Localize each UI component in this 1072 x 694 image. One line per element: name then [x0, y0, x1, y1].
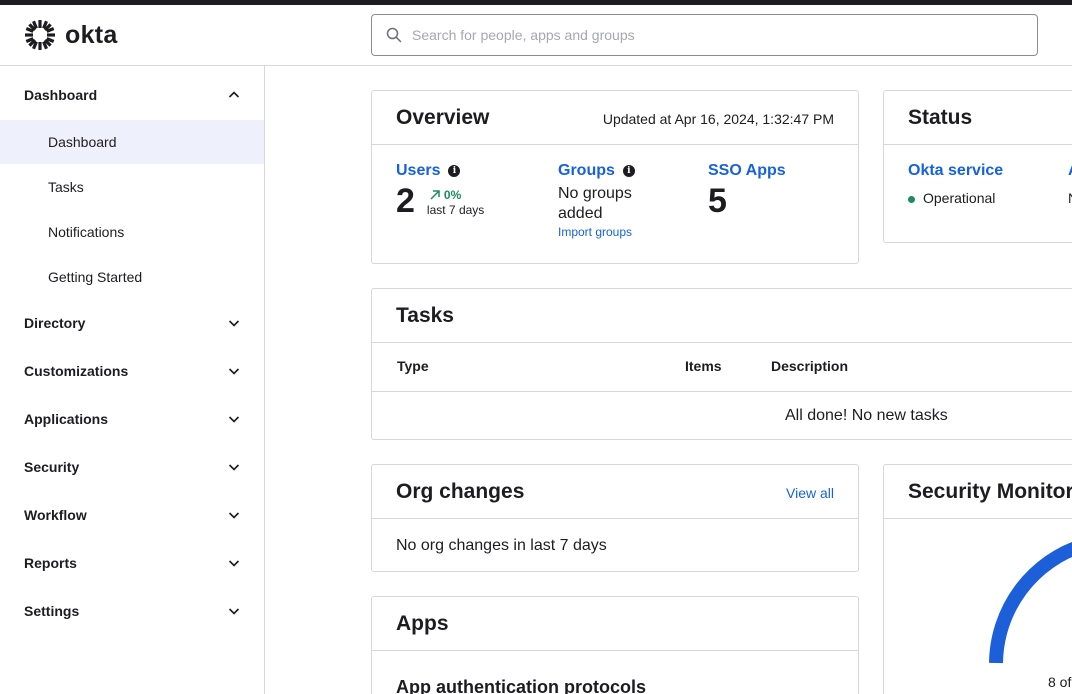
- tasks-title: Tasks: [396, 303, 454, 327]
- chevron-down-icon: [228, 416, 240, 423]
- status-second-link[interactable]: A: [1068, 162, 1072, 180]
- org-changes-card: Org changes View all No org changes in l…: [371, 464, 859, 572]
- sidebar-item-notifications[interactable]: Notifications: [0, 210, 264, 254]
- overview-title: Overview: [396, 105, 490, 129]
- column-header-items[interactable]: Items: [685, 358, 722, 374]
- sso-apps-count: 5: [708, 182, 727, 220]
- sso-apps-link[interactable]: SSO Apps: [708, 162, 786, 180]
- sidebar-group-label: Settings: [24, 603, 80, 619]
- groups-link[interactable]: Groups i: [558, 162, 678, 180]
- sso-apps-label: SSO Apps: [708, 162, 786, 179]
- sidebar-group-label: Dashboard: [24, 87, 98, 103]
- sidebar-group-settings[interactable]: Settings: [0, 591, 264, 631]
- chevron-down-icon: [228, 560, 240, 567]
- sidebar-group-label: Customizations: [24, 363, 129, 379]
- users-period: last 7 days: [426, 203, 485, 217]
- security-monitor-header: Security Monitor: [884, 465, 1072, 519]
- tasks-header: Tasks: [372, 289, 1072, 343]
- sidebar-group-label: Reports: [24, 555, 77, 571]
- status-card: Status Okta service Operational A N: [883, 90, 1072, 243]
- sidebar-group-customizations[interactable]: Customizations: [0, 351, 264, 391]
- top-header: okta: [0, 5, 1072, 66]
- status-second-state: N: [1068, 190, 1072, 206]
- sidebar-group-dashboard[interactable]: Dashboard: [0, 75, 264, 115]
- sidebar-item-dashboard[interactable]: Dashboard: [0, 120, 264, 164]
- sso-apps-stat: SSO Apps 5: [708, 162, 786, 221]
- operational-status-dot: [908, 195, 915, 203]
- sidebar-group-security[interactable]: Security: [0, 447, 264, 487]
- search-input[interactable]: [412, 27, 1012, 43]
- brand-name: okta: [65, 20, 118, 49]
- groups-stat: Groups i No groups added Import groups: [558, 162, 678, 239]
- okta-logo[interactable]: okta: [24, 18, 118, 52]
- sidebar-group-applications[interactable]: Applications: [0, 399, 264, 439]
- overview-card: Overview Updated at Apr 16, 2024, 1:32:4…: [371, 90, 859, 264]
- chevron-down-icon: [228, 320, 240, 327]
- updated-timestamp: Updated at Apr 16, 2024, 1:32:47 PM: [602, 111, 834, 127]
- tasks-empty-message: All done! No new tasks: [785, 407, 948, 424]
- sidebar-item-tasks[interactable]: Tasks: [0, 165, 264, 209]
- search-icon: [386, 27, 402, 43]
- users-stat: Users i 2 0% last 7 days: [396, 162, 484, 221]
- global-search[interactable]: [371, 14, 1038, 56]
- sidebar-group-reports[interactable]: Reports: [0, 543, 264, 583]
- org-changes-title: Org changes: [396, 479, 525, 503]
- trend-up-arrow-icon: [430, 190, 440, 200]
- sidebar-item-label: Notifications: [48, 224, 125, 240]
- groups-empty-line1: No groups: [558, 185, 632, 202]
- chevron-up-icon: [228, 91, 240, 98]
- sidebar-group-label: Applications: [24, 411, 109, 427]
- sidebar-group-label: Security: [24, 459, 80, 475]
- sidebar-item-label: Getting Started: [48, 269, 143, 285]
- users-change: 0%: [443, 188, 462, 202]
- security-score-gauge: [989, 541, 1072, 664]
- app-auth-protocols-heading: App authentication protocols: [396, 677, 646, 694]
- status-header: Status: [884, 91, 1072, 145]
- org-changes-header: Org changes View all: [372, 465, 858, 519]
- sidebar-group-label: Workflow: [24, 507, 87, 523]
- security-score-text: 8 of: [1048, 674, 1072, 690]
- tasks-card: Tasks Type Items Description All done! N…: [371, 288, 1072, 440]
- chevron-down-icon: [228, 464, 240, 471]
- info-icon[interactable]: i: [622, 165, 635, 177]
- sidebar-item-getting-started[interactable]: Getting Started: [0, 255, 264, 299]
- apps-card: Apps App authentication protocols: [371, 596, 859, 694]
- info-icon[interactable]: i: [448, 165, 461, 177]
- chevron-down-icon: [228, 512, 240, 519]
- view-all-link[interactable]: View all: [786, 485, 834, 501]
- apps-title: Apps: [396, 611, 449, 635]
- apps-header: Apps: [372, 597, 858, 651]
- sidebar-group-label: Directory: [24, 315, 86, 331]
- sidebar-group-directory[interactable]: Directory: [0, 303, 264, 343]
- chevron-down-icon: [228, 608, 240, 615]
- security-monitor-card: Security Monitor 8 of: [883, 464, 1072, 694]
- groups-label: Groups: [558, 162, 615, 179]
- status-title: Status: [908, 105, 973, 129]
- table-divider: [372, 391, 1072, 392]
- sidebar-nav: Dashboard Dashboard Tasks Notifications …: [0, 66, 265, 694]
- sidebar-item-label: Tasks: [48, 179, 84, 195]
- users-label: Users: [396, 162, 441, 179]
- security-monitor-title: Security Monitor: [908, 479, 1072, 503]
- users-count: 2: [396, 182, 415, 220]
- chevron-down-icon: [228, 368, 240, 375]
- sidebar-item-label: Dashboard: [48, 134, 117, 150]
- overview-header: Overview Updated at Apr 16, 2024, 1:32:4…: [372, 91, 858, 145]
- okta-service-link[interactable]: Okta service: [908, 162, 1003, 180]
- sidebar-group-workflow[interactable]: Workflow: [0, 495, 264, 535]
- users-link[interactable]: Users i: [396, 162, 484, 180]
- groups-empty-line2: added: [558, 205, 603, 222]
- import-groups-link[interactable]: Import groups: [558, 225, 678, 239]
- column-header-type[interactable]: Type: [397, 358, 429, 374]
- org-changes-empty-message: No org changes in last 7 days: [396, 537, 607, 554]
- column-header-description[interactable]: Description: [771, 358, 848, 374]
- okta-logo-icon: [25, 20, 55, 50]
- service-state: Operational: [923, 190, 996, 206]
